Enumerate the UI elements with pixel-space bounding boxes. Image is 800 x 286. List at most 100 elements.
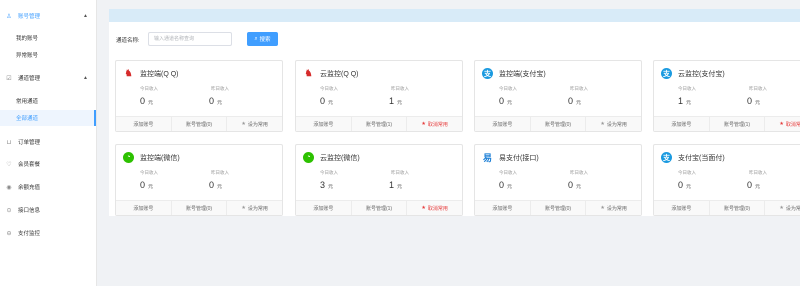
favorite-toggle-button[interactable]: ★取消常用	[765, 117, 800, 131]
star-icon: ★	[241, 205, 246, 211]
nav-group-orders[interactable]: ⊔ 订单管理	[0, 134, 96, 150]
account-manage-button[interactable]: 账号管理(0)	[172, 201, 228, 215]
star-icon: ★	[241, 121, 246, 127]
add-account-button[interactable]: 添加账号	[654, 117, 710, 131]
today-income-label: 今日收入	[499, 170, 517, 175]
today-income-label: 今日收入	[678, 86, 696, 91]
favorite-toggle-button[interactable]: ★设为常用	[765, 201, 800, 215]
account-manage-button[interactable]: 账号管理(0)	[531, 201, 587, 215]
card-title: 支云监控(支付宝)	[661, 68, 725, 79]
yesterday-income-value: 1元	[389, 180, 403, 190]
yesterday-income-label: 昨日收入	[391, 170, 409, 175]
card-footer: 添加账号账号管理(1)★取消常用	[654, 116, 800, 131]
sidebar-item-all-channels[interactable]: 全部通道	[0, 110, 96, 126]
today-income-value: 3元	[320, 180, 334, 190]
today-income-label: 今日收入	[499, 86, 517, 91]
favorite-toggle-button[interactable]: ★设为常用	[586, 201, 641, 215]
card-footer: 添加账号账号管理(1)★取消常用	[296, 116, 462, 131]
api-icon: ⊙	[6, 207, 12, 214]
channel-name: 监控端(Q Q)	[140, 70, 179, 78]
card-title: ◔ 监控端(微信)	[123, 152, 180, 163]
today-income-value: 0元	[499, 96, 513, 106]
alipay-icon: 支	[661, 152, 672, 163]
qq-icon: ♞	[124, 68, 133, 78]
account-manage-button[interactable]: 账号管理(1)	[710, 117, 766, 131]
today-income-value: 0元	[320, 96, 334, 106]
favorite-toggle-button[interactable]: ★设为常用	[227, 201, 282, 215]
star-icon: ★	[779, 205, 784, 211]
yesterday-income-label: 昨日收入	[211, 86, 229, 91]
sidebar-item-common-channels[interactable]: 常用通道	[0, 93, 96, 109]
today-income-value: 0元	[499, 180, 513, 190]
account-manage-button[interactable]: 账号管理(0)	[710, 201, 766, 215]
nav-group-monitor[interactable]: ⊖ 支付监控	[0, 225, 96, 241]
vip-icon: ♡	[6, 161, 12, 168]
monitor-icon: ⊖	[6, 230, 12, 237]
nav-group-account[interactable]: ♙ 账号管理 ▲	[0, 8, 96, 24]
caret-up-icon: ▲	[83, 13, 88, 19]
add-account-button[interactable]: 添加账号	[116, 201, 172, 215]
user-icon: ♙	[6, 13, 12, 20]
nav-group-label: 通道管理	[18, 76, 41, 82]
card-title: 支监控端(支付宝)	[482, 68, 546, 79]
star-icon: ★	[600, 121, 605, 127]
add-account-button[interactable]: 添加账号	[116, 117, 172, 131]
sidebar-item-my-accounts[interactable]: 我的账号	[0, 30, 96, 46]
yesterday-income-label: 昨日收入	[749, 86, 767, 91]
favorite-toggle-button[interactable]: ★取消常用	[407, 201, 462, 215]
account-manage-button[interactable]: 账号管理(0)	[531, 117, 587, 131]
channel-card: ♞ 监控端(Q Q) 今日收入 昨日收入 0 元 0 元添加账号 账号管理(0) ★ 设为常用	[115, 60, 283, 132]
today-income-label: 今日收入	[320, 170, 338, 175]
yesterday-income-value: 0元	[568, 96, 582, 106]
yesterday-income-value: 0元	[209, 96, 223, 106]
search-icon: ⌕	[254, 35, 258, 42]
today-income-label: 今日收入	[140, 170, 158, 175]
favorite-toggle-button[interactable]: ★取消常用	[407, 117, 462, 131]
add-account-button[interactable]: 添加账号	[296, 117, 352, 131]
top-banner	[109, 9, 800, 22]
yesterday-income-value: 0元	[568, 180, 582, 190]
channel-card: ◔ 云监控(微信) 今日收入 昨日收入 3 元 1 元添加账号 账号管理(1) ★ 取消常用	[295, 144, 463, 216]
yesterday-income-label: 昨日收入	[570, 170, 588, 175]
nav-group-channel[interactable]: ☑ 通道管理 ▲	[0, 70, 96, 86]
yesterday-income-label: 昨日收入	[211, 170, 229, 175]
nav-group-vip[interactable]: ♡ 会员套餐	[0, 156, 96, 172]
add-account-button[interactable]: 添加账号	[475, 201, 531, 215]
caret-up-icon: ▲	[83, 75, 88, 81]
channel-name: 监控端(微信)	[140, 154, 180, 162]
star-icon: ★	[421, 205, 426, 211]
today-income-label: 今日收入	[678, 170, 696, 175]
today-income-value: 1元	[678, 96, 692, 106]
today-income-label: 今日收入	[140, 86, 158, 91]
account-manage-button[interactable]: 账号管理(1)	[352, 201, 408, 215]
yesterday-income-value: 0元	[747, 96, 761, 106]
nav-group-api[interactable]: ⊙ 接口信息	[0, 202, 96, 218]
add-account-button[interactable]: 添加账号	[296, 201, 352, 215]
search-label: 通道名称:	[116, 38, 140, 44]
channel-name: 云监控(支付宝)	[678, 70, 725, 78]
card-title: ♞ 云监控(Q Q)	[303, 68, 359, 79]
add-account-button[interactable]: 添加账号	[475, 117, 531, 131]
favorite-toggle-button[interactable]: ★设为常用	[227, 117, 282, 131]
card-footer: 添加账号账号管理(0)★设为常用	[116, 116, 282, 131]
search-button[interactable]: ⌕ 搜索	[247, 32, 278, 46]
add-account-button[interactable]: 添加账号	[654, 201, 710, 215]
card-footer: 添加账号账号管理(0)★设为常用	[116, 200, 282, 215]
recharge-icon: ◉	[6, 184, 12, 191]
search-input[interactable]	[148, 32, 232, 46]
card-title: ♞ 监控端(Q Q)	[123, 68, 179, 79]
today-income-value: 0元	[678, 180, 692, 190]
yesterday-income-value: 0元	[209, 180, 223, 190]
sidebar-item-abnormal-accounts[interactable]: 异常账号	[0, 47, 96, 63]
today-income-value: 0元	[140, 96, 154, 106]
account-manage-button[interactable]: 账号管理(0)	[172, 117, 228, 131]
yesterday-income-label: 昨日收入	[749, 170, 767, 175]
alipay-icon: 支	[661, 68, 672, 79]
card-title: 支支付宝(当面付)	[661, 152, 725, 163]
nav-group-label: 账号管理	[18, 14, 41, 20]
cart-icon: ⊔	[6, 139, 12, 146]
channel-name: 云监控(Q Q)	[320, 70, 359, 78]
account-manage-button[interactable]: 账号管理(1)	[352, 117, 408, 131]
nav-group-recharge[interactable]: ◉ 余额充值	[0, 179, 96, 195]
favorite-toggle-button[interactable]: ★设为常用	[586, 117, 641, 131]
